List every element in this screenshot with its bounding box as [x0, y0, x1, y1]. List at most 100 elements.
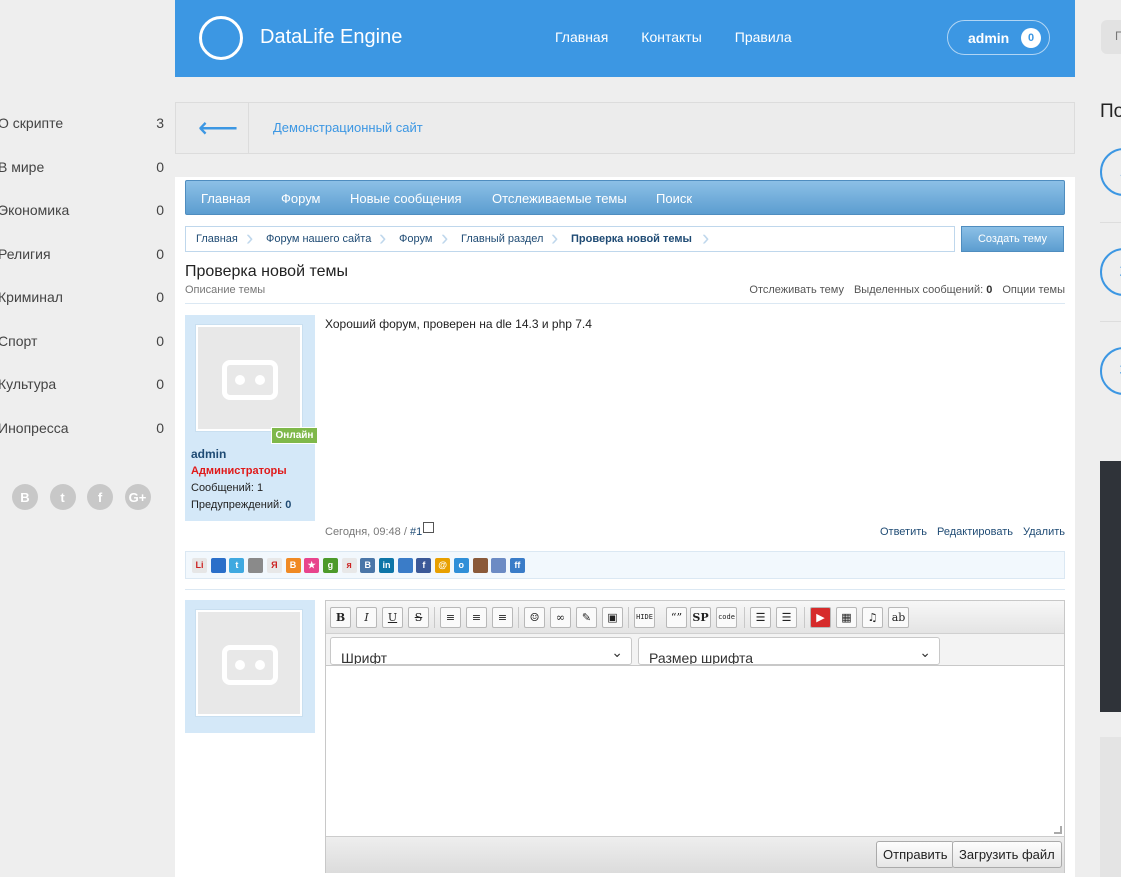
track-topic-link[interactable]: Отслеживать тему: [749, 284, 844, 296]
category-item[interactable]: Религия 0: [0, 233, 175, 277]
forum-nav-home[interactable]: Главная: [201, 191, 250, 206]
post-select-checkbox[interactable]: [423, 522, 434, 533]
right-panel-button[interactable]: П: [1101, 20, 1121, 54]
smiley-icon[interactable]: ☺: [524, 607, 545, 628]
topic-options-link[interactable]: Опции темы: [1002, 284, 1065, 296]
breadcrumb-item[interactable]: Главная: [196, 233, 238, 245]
post-number-link[interactable]: #1: [410, 526, 422, 538]
hide-icon[interactable]: HIDE: [634, 607, 655, 628]
category-label: Религия: [0, 245, 51, 262]
vk-icon[interactable]: B: [360, 558, 376, 573]
spellcheck-icon[interactable]: ab: [888, 607, 909, 628]
image-icon[interactable]: ▣: [602, 607, 623, 628]
selected-posts[interactable]: Выделенных сообщений: 0: [854, 284, 992, 296]
site-link[interactable]: Демонстрационный сайт: [273, 120, 423, 135]
author-post-count: Сообщений: 1: [191, 482, 264, 494]
facebook-icon[interactable]: f: [87, 484, 113, 510]
twitter-icon[interactable]: t: [49, 484, 76, 510]
strikethrough-icon[interactable]: S: [408, 607, 429, 628]
bold-icon[interactable]: B: [330, 607, 351, 628]
forum-nav-forum[interactable]: Форум: [281, 191, 321, 206]
message-textarea[interactable]: [326, 665, 1064, 836]
numbered-list-icon[interactable]: ☰: [776, 607, 797, 628]
vk-icon[interactable]: B: [12, 484, 38, 510]
nav-rules[interactable]: Правила: [735, 29, 792, 45]
breadcrumb-item[interactable]: Форум нашего сайта: [266, 233, 371, 245]
toolbar-separator: [628, 607, 629, 628]
category-item[interactable]: Спорт 0: [0, 320, 175, 364]
memori-icon[interactable]: [491, 558, 507, 573]
send-button[interactable]: Отправить: [876, 841, 955, 868]
right-item-3[interactable]: 3: [1100, 347, 1121, 395]
right-item-1[interactable]: 1: [1100, 148, 1121, 196]
link-icon[interactable]: ∞: [550, 607, 571, 628]
delicious-icon[interactable]: [210, 558, 226, 573]
brand-name[interactable]: DataLife Engine: [260, 26, 402, 49]
twitter-icon[interactable]: t: [229, 558, 245, 573]
align-left-icon[interactable]: ≡: [440, 607, 461, 628]
yandex-icon[interactable]: Я: [266, 558, 282, 573]
spoiler-icon[interactable]: SP: [690, 607, 711, 628]
facebook-icon[interactable]: f: [416, 558, 432, 573]
blogger-icon[interactable]: B: [285, 558, 301, 573]
breadcrumb-item[interactable]: Форум: [399, 233, 432, 245]
align-right-icon[interactable]: ≡: [492, 607, 513, 628]
forum-nav-tracked[interactable]: Отслеживаемые темы: [492, 191, 627, 206]
create-topic-button[interactable]: Создать тему: [961, 226, 1064, 252]
delete-link[interactable]: Удалить: [1023, 526, 1065, 538]
resize-handle-icon[interactable]: [1054, 826, 1062, 834]
font-size-select[interactable]: Размер шрифта: [638, 637, 940, 665]
avatar[interactable]: [196, 325, 302, 431]
forum-nav-search[interactable]: Поиск: [656, 191, 692, 206]
breadcrumb-item[interactable]: Главный раздел: [461, 233, 543, 245]
moikrug-icon[interactable]: я: [341, 558, 357, 573]
nav-contacts[interactable]: Контакты: [641, 29, 701, 45]
author-warnings-label: Предупреждений:: [191, 499, 283, 511]
news-icon[interactable]: [397, 558, 413, 573]
underline-icon[interactable]: U: [382, 607, 403, 628]
code-icon[interactable]: code: [716, 607, 737, 628]
font-select[interactable]: Шрифт: [330, 637, 632, 665]
category-item[interactable]: Инопресса 0: [0, 407, 175, 451]
linkedin-icon[interactable]: in: [379, 558, 394, 573]
forum-nav-new-posts[interactable]: Новые сообщения: [350, 191, 462, 206]
category-item[interactable]: О скрипте 3: [0, 102, 175, 146]
italic-icon[interactable]: I: [356, 607, 377, 628]
category-item[interactable]: Экономика 0: [0, 189, 175, 233]
category-item[interactable]: Криминал 0: [0, 276, 175, 320]
share-bar: Li t Я B ★ g я Bin f @ o ff: [185, 551, 1065, 579]
author-name[interactable]: admin: [191, 447, 226, 461]
reply-link[interactable]: Ответить: [880, 526, 927, 538]
category-label: Спорт: [0, 332, 38, 349]
align-center-icon[interactable]: ≡: [466, 607, 487, 628]
category-item[interactable]: В мире 0: [0, 146, 175, 190]
logo-icon[interactable]: [199, 16, 243, 60]
category-count: 3: [156, 115, 164, 131]
leech-icon[interactable]: ✎: [576, 607, 597, 628]
author-warnings-count: 0: [285, 499, 292, 511]
user-menu-button[interactable]: admin 0: [947, 20, 1050, 55]
google-plus-icon[interactable]: G+: [124, 484, 151, 510]
right-dark-block: [1100, 461, 1121, 712]
video-icon[interactable]: ▦: [836, 607, 857, 628]
quote-icon[interactable]: “”: [666, 607, 687, 628]
bullet-list-icon[interactable]: ☰: [750, 607, 771, 628]
youtube-icon[interactable]: ▶: [810, 607, 831, 628]
audio-icon[interactable]: ♫: [862, 607, 883, 628]
category-item[interactable]: Культура 0: [0, 363, 175, 407]
back-button[interactable]: ⟵: [176, 103, 249, 153]
post-meta: Сегодня, 09:48 / #1: [325, 526, 422, 538]
friendfeed-icon[interactable]: ff: [509, 558, 525, 573]
edit-link[interactable]: Редактировать: [937, 526, 1013, 538]
bookmark-icon[interactable]: [248, 558, 264, 573]
favorites-icon[interactable]: ★: [304, 558, 320, 573]
bobrdobr-icon[interactable]: [472, 558, 488, 573]
right-item-2[interactable]: 2: [1100, 248, 1121, 296]
upload-file-button[interactable]: Загрузить файл: [952, 841, 1062, 868]
nav-home[interactable]: Главная: [555, 29, 608, 45]
google-icon[interactable]: g: [322, 558, 338, 573]
right-panel-heading: По: [1100, 101, 1121, 122]
livejournal-icon[interactable]: Li: [192, 558, 207, 573]
odnoklassniki-icon[interactable]: o: [453, 558, 469, 573]
mail-icon[interactable]: @: [435, 558, 451, 573]
